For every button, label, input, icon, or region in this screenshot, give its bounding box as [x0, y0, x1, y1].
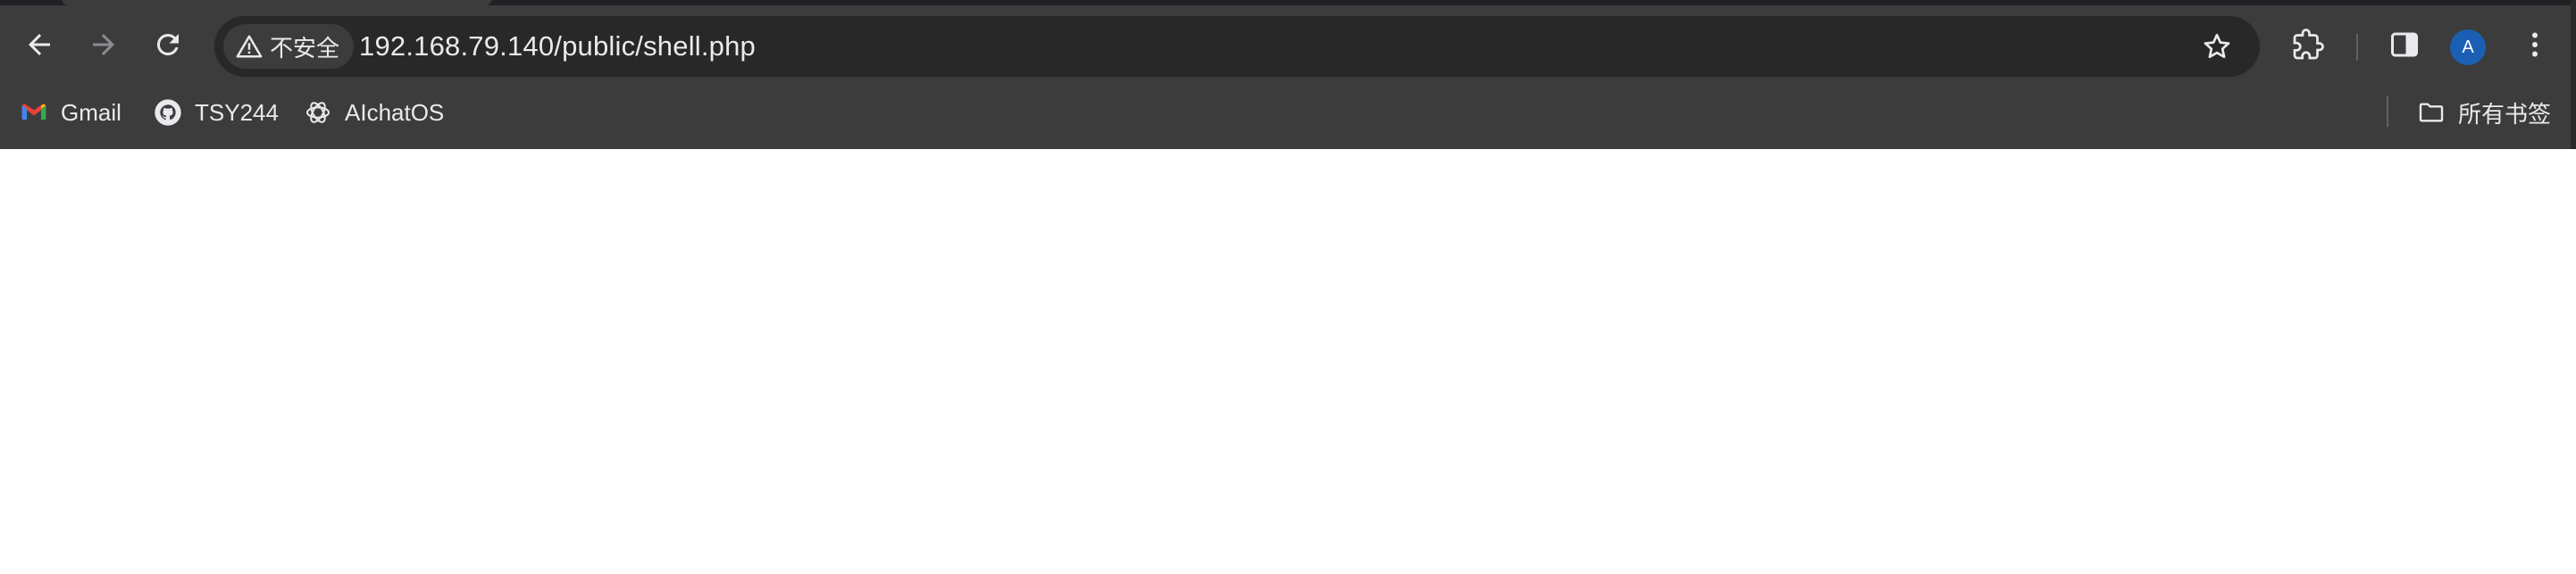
bookmark-aichatos[interactable]: AIchatOS: [304, 91, 444, 134]
bookmarks-bar: Gmail TSY244 AIchatOS 所有书签: [0, 84, 2576, 149]
security-chip[interactable]: 不安全: [223, 24, 355, 69]
side-panel-button[interactable]: [2381, 21, 2428, 68]
profile-avatar[interactable]: A: [2450, 29, 2486, 65]
bookmark-label: AIchatOS: [345, 98, 445, 126]
browser-chrome: 不安全 192.168.79.140/public/shell.php A Gm…: [0, 0, 2576, 149]
side-panel-icon: [2391, 32, 2418, 57]
bookmark-label: TSY244: [195, 98, 279, 126]
kebab-menu-icon: [2532, 32, 2538, 57]
bookmarks-divider: [2387, 96, 2388, 127]
github-icon: [155, 99, 181, 126]
arrow-right-icon: [93, 34, 114, 55]
arrow-left-icon: [29, 34, 50, 55]
all-bookmarks-label: 所有书签: [2458, 100, 2552, 128]
folder-icon: [2419, 103, 2444, 122]
page-content: [0, 149, 2576, 574]
window-edge: [2571, 0, 2576, 149]
reload-icon: [156, 33, 179, 55]
puzzle-icon: [2293, 29, 2324, 60]
bookmark-gmail[interactable]: Gmail: [20, 91, 121, 134]
bookmark-tsy244[interactable]: TSY244: [154, 91, 279, 134]
bookmark-label: Gmail: [61, 98, 121, 126]
url-text[interactable]: 192.168.79.140/public/shell.php: [359, 16, 756, 77]
reload-button[interactable]: [141, 18, 195, 71]
toolbar: 不安全 192.168.79.140/public/shell.php A: [0, 5, 2576, 84]
toolbar-divider: [2356, 34, 2358, 61]
all-bookmarks-button[interactable]: 所有书签: [2417, 91, 2551, 134]
back-button[interactable]: [13, 18, 66, 71]
bookmark-star-button[interactable]: [2199, 29, 2235, 64]
star-icon: [2204, 33, 2230, 59]
extensions-button[interactable]: [2285, 21, 2331, 68]
menu-button[interactable]: [2512, 21, 2558, 68]
openai-icon: [306, 102, 330, 123]
gmail-icon: [21, 104, 46, 120]
forward-button[interactable]: [77, 18, 130, 71]
security-label: 不安全: [270, 34, 340, 62]
warning-icon: [236, 35, 263, 58]
omnibox[interactable]: 不安全 192.168.79.140/public/shell.php: [214, 16, 2260, 77]
